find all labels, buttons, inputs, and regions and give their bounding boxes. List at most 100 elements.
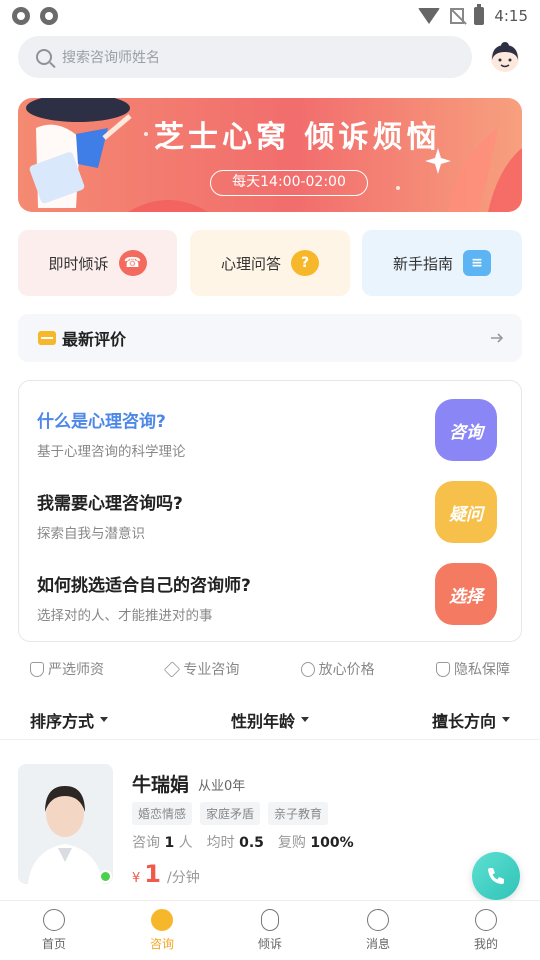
quick-instant-talk-button[interactable]: 即时倾诉 ☎: [18, 230, 177, 296]
quick-label: 新手指南: [392, 254, 453, 273]
nav-profile[interactable]: 我的: [432, 901, 540, 960]
faq-title: 什么是心理咨询?: [37, 412, 166, 432]
status-time: 4:15: [494, 7, 528, 25]
app-notification-icon: [12, 7, 30, 25]
call-fab-button[interactable]: [472, 852, 520, 900]
promo-banner[interactable]: 芝士心窝 倾诉烦恼 每天14:00-02:00: [18, 98, 522, 212]
avg-duration-stat: 均时 0.5: [207, 832, 264, 852]
latest-review-label: 最新评价: [62, 330, 127, 349]
guarantee-item: 放心价格: [300, 659, 375, 679]
counselor-tags: 婚恋情感 家庭矛盾 亲子教育: [132, 802, 329, 825]
specialty-filter-dropdown[interactable]: 擅长方向: [432, 708, 510, 732]
faq-subtitle: 探索自我与潜意识: [37, 526, 145, 542]
banner-title: 芝士心窝 倾诉烦恼: [154, 120, 441, 155]
status-notifications: [12, 7, 58, 25]
nav-label: 我的: [473, 937, 498, 951]
price-unit: /分钟: [166, 870, 200, 886]
counselor-card[interactable]: 牛瑞娟 从业0年 婚恋情感 家庭矛盾 亲子教育 咨询 1 人 均时 0.5 复购…: [0, 756, 540, 900]
faq-card: 什么是心理咨询? 基于心理咨询的科学理论 咨询 我需要心理咨询吗? 探索自我与潜…: [18, 380, 522, 642]
guarantee-row: 严选师资 专业咨询 放心价格 隐私保障: [18, 656, 522, 682]
sort-filter-dropdown[interactable]: 排序方式: [30, 708, 109, 732]
quick-guide-button[interactable]: 新手指南 ≡: [362, 230, 522, 296]
caret-down-icon: [301, 717, 309, 722]
question-bubble-icon: ?: [291, 250, 319, 276]
specialty-tag: 亲子教育: [268, 802, 329, 825]
phone-chat-icon: ☎: [118, 250, 147, 276]
yuan-coin-icon: [300, 661, 315, 677]
repurchase-stat: 复购 100%: [278, 832, 354, 852]
stat-label: 咨询: [132, 835, 160, 851]
shield-check-icon: [30, 661, 44, 677]
question-badge-icon[interactable]: 疑问: [435, 481, 497, 543]
faq-subtitle: 基于心理咨询的科学理论: [37, 444, 186, 460]
nav-label: 消息: [365, 937, 390, 951]
stat-unit: 人: [178, 835, 193, 851]
guarantee-item: 隐私保障: [435, 659, 510, 679]
faq-item[interactable]: 什么是心理咨询? 基于心理咨询的科学理论: [37, 407, 186, 460]
quick-label: 即时倾诉: [48, 254, 109, 273]
status-bar: 4:15: [0, 0, 540, 32]
diamond-icon: [164, 660, 181, 678]
stat-value: 0.5: [239, 835, 264, 851]
faq-title: 我需要心理咨询吗?: [37, 494, 183, 514]
phone-icon: [488, 868, 504, 884]
specialty-tag: 婚恋情感: [132, 802, 193, 825]
profile-icon: [475, 909, 497, 931]
battery-icon: [474, 4, 485, 25]
nav-home[interactable]: 首页: [0, 901, 108, 960]
faq-item[interactable]: 如何挑选适合自己的咨询师? 选择对的人、才能推进对的事: [37, 571, 251, 624]
counselor-photo: [18, 764, 113, 884]
no-signal-icon: [450, 8, 465, 24]
counselor-stats: 咨询 1 人 均时 0.5 复购 100%: [132, 832, 354, 852]
faq-title: 如何挑选适合自己的咨询师?: [37, 576, 251, 596]
price-value: 1: [144, 860, 161, 888]
nav-talk[interactable]: 倾诉: [216, 901, 324, 960]
banner-hours: 每天14:00-02:00: [210, 170, 368, 196]
faq-subtitle: 选择对的人、才能推进对的事: [37, 608, 213, 624]
service-avatar-icon[interactable]: [488, 40, 522, 74]
arrow-right-icon: [491, 333, 504, 343]
caret-down-icon: [501, 717, 510, 722]
search-icon: [36, 49, 52, 65]
privacy-shield-icon: [435, 661, 450, 677]
gender-age-filter-dropdown[interactable]: 性别年龄: [231, 708, 309, 732]
guarantee-item: 严选师资: [30, 659, 104, 679]
filter-bar: 排序方式 性别年龄 擅长方向: [0, 700, 540, 740]
message-icon: [367, 909, 389, 931]
guide-doc-icon: ≡: [463, 250, 491, 276]
counselor-price: ¥ 1 /分钟: [132, 860, 200, 888]
filter-label: 擅长方向: [431, 711, 496, 731]
counselor-name: 牛瑞娟: [132, 774, 190, 796]
nav-label: 咨询: [149, 937, 174, 951]
stat-label: 复购: [277, 835, 306, 851]
guarantee-label: 专业咨询: [183, 662, 240, 678]
counselor-experience: 从业0年: [198, 779, 246, 794]
guarantee-label: 隐私保障: [453, 662, 510, 678]
quick-label: 心理问答: [220, 254, 281, 273]
consult-badge-icon[interactable]: 咨询: [435, 399, 497, 461]
guarantee-label: 严选师资: [48, 662, 104, 678]
faq-item[interactable]: 我需要心理咨询吗? 探索自我与潜意识: [37, 489, 183, 542]
search-input[interactable]: 搜索咨询师姓名: [18, 36, 472, 78]
nav-label: 倾诉: [257, 937, 282, 951]
guarantee-label: 放心价格: [318, 662, 375, 678]
home-icon: [43, 909, 65, 931]
consult-icon: [151, 909, 173, 931]
app-notification-icon: [40, 7, 58, 25]
nav-consult[interactable]: 咨询: [108, 901, 216, 960]
bottom-nav: 首页 咨询 倾诉 消息 我的: [0, 900, 540, 960]
search-placeholder: 搜索咨询师姓名: [62, 50, 160, 66]
quick-qa-button[interactable]: 心理问答 ?: [190, 230, 350, 296]
caret-down-icon: [100, 717, 109, 722]
filter-label: 性别年龄: [230, 711, 295, 731]
stat-value: 100%: [310, 835, 354, 851]
filter-label: 排序方式: [30, 711, 95, 731]
review-icon: [38, 331, 56, 345]
guarantee-item: 专业咨询: [164, 659, 240, 679]
status-system: 4:15: [418, 4, 528, 25]
stat-label: 均时: [206, 835, 235, 851]
latest-review-row[interactable]: 最新评价: [18, 314, 522, 362]
nav-messages[interactable]: 消息: [324, 901, 432, 960]
choose-badge-icon[interactable]: 选择: [435, 563, 497, 625]
specialty-tag: 家庭矛盾: [200, 802, 261, 825]
